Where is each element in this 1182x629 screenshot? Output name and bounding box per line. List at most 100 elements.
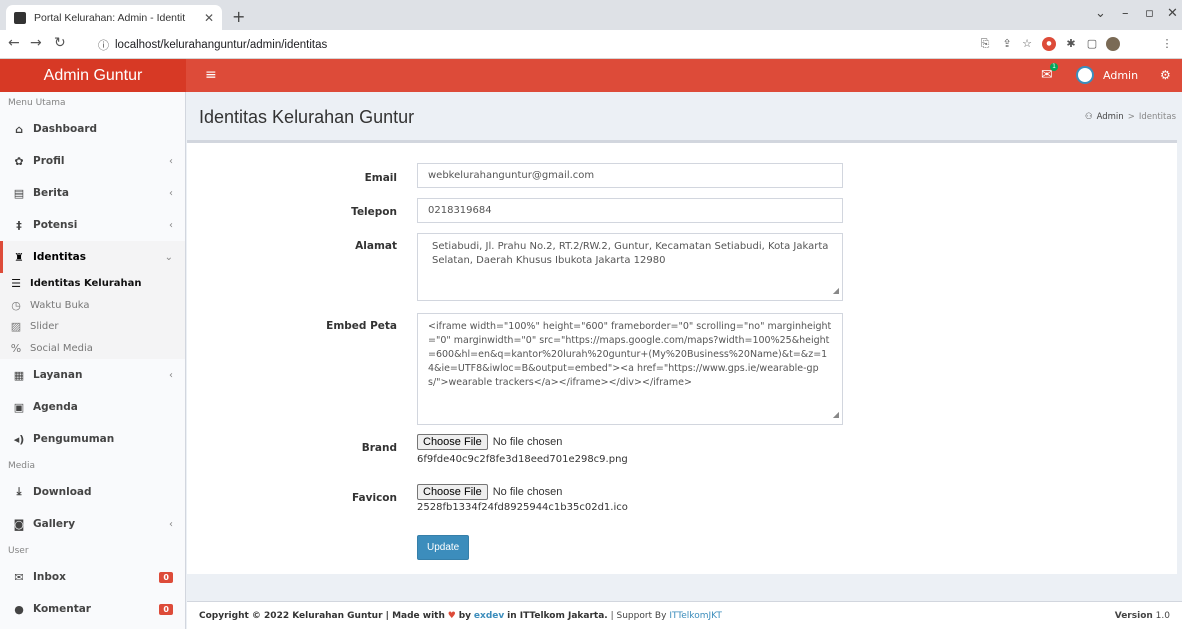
heart-icon: ♥ <box>447 611 456 621</box>
sidebar: Menu Utama ⌂ Dashboard ✿ Profil ‹ ▤ Beri… <box>0 92 186 629</box>
sidebar-section-main: Menu Utama <box>8 98 66 108</box>
tab-close-icon[interactable]: ✕ <box>204 11 214 25</box>
favicon-label: Favicon <box>352 492 397 504</box>
tab-title: Portal Kelurahan: Admin - Identit <box>34 11 186 24</box>
sidebar-section-media: Media <box>8 461 36 471</box>
url-input[interactable]: ⓘ localhost/kelurahanguntur/admin/identi… <box>92 34 962 55</box>
footer-text: Copyright © 2022 Kelurahan Guntur | Made… <box>199 611 722 621</box>
sidebar-item-label: Identitas <box>33 251 86 263</box>
sidebar-item-potensi[interactable]: ‡ Potensi ‹ <box>0 209 185 241</box>
sidebar-item-pengumuman[interactable]: ◂) Pengumuman <box>0 423 185 455</box>
telepon-label: Telepon <box>351 206 397 218</box>
sidebar-item-komentar[interactable]: ● Komentar 0 <box>0 593 185 625</box>
gear-icon: ✿ <box>14 154 24 168</box>
sidebar-item-label: Potensi <box>33 219 78 231</box>
email-field[interactable]: webkelurahanguntur@gmail.com <box>417 163 843 188</box>
user-avatar[interactable] <box>1076 66 1094 84</box>
bookmark-star-icon[interactable]: ☆ <box>1020 37 1034 51</box>
new-tab-icon[interactable]: + <box>232 7 245 26</box>
sidebar-sub-identitas-kelurahan[interactable]: ☰ Identitas Kelurahan <box>0 273 185 295</box>
reload-icon[interactable]: ↻ <box>54 35 66 51</box>
footer-by: by <box>458 611 472 621</box>
browser-tab[interactable]: Portal Kelurahan: Admin - Identit ✕ <box>6 5 222 30</box>
brand-current-file: 6f9fde40c9c2f8fe3d18eed701e298c9.png <box>417 454 628 465</box>
sidebar-item-inbox[interactable]: ✉ Inbox 0 <box>0 561 185 593</box>
calendar-icon: ▣ <box>13 400 25 414</box>
back-icon[interactable]: ← <box>8 35 20 51</box>
content-header: Identitas Kelurahan Guntur ⚇ Admin > Ide… <box>187 92 1182 140</box>
profile-avatar[interactable] <box>1106 37 1120 51</box>
breadcrumb-home[interactable]: Admin <box>1097 112 1124 122</box>
breadcrumb-home-icon: ⚇ <box>1084 112 1093 122</box>
favicon-current-file: 2528fb1334f24fd8925944c1b35c02d1.ico <box>417 502 628 513</box>
address-bar: ← → ↻ ⓘ localhost/kelurahanguntur/admin/… <box>0 30 1182 59</box>
forward-icon[interactable]: → <box>30 35 42 51</box>
share-icon[interactable]: ⇪ <box>1000 37 1014 51</box>
menu-icon[interactable]: ⋮ <box>1160 37 1174 51</box>
sidebar-sub-label: Social Media <box>30 342 93 354</box>
sidebar-sub-social-media[interactable]: % Social Media <box>0 337 185 359</box>
sidebar-item-identitas[interactable]: ♜ Identitas ⌄ <box>0 241 185 273</box>
favicon-file-input[interactable]: Choose File No file chosen <box>417 484 562 500</box>
sidebar-item-layanan[interactable]: ▦ Layanan ‹ <box>0 359 185 391</box>
sidebar-item-berita[interactable]: ▤ Berita ‹ <box>0 177 185 209</box>
resize-handle-icon[interactable]: ◢ <box>833 284 839 298</box>
footer-in-itk: in ITTelkom Jakarta. <box>507 611 608 621</box>
resize-handle-icon[interactable]: ◢ <box>833 408 839 422</box>
telepon-field[interactable]: 0218319684 <box>417 198 843 223</box>
sidebar-item-agenda[interactable]: ▣ Agenda <box>0 391 185 423</box>
brand-file-input[interactable]: Choose File No file chosen <box>417 434 562 450</box>
home-icon: ⌂ <box>15 122 23 136</box>
brand-choose-file-button[interactable]: Choose File <box>417 434 488 450</box>
embed-textarea[interactable]: <iframe width="100%" height="600" frameb… <box>417 313 843 425</box>
sidebar-item-label: Inbox <box>33 571 66 583</box>
alamat-text: Setiabudi, Jl. Prahu No.2, RT.2/RW.2, Gu… <box>432 241 829 266</box>
itk-link[interactable]: ITTelkomJKT <box>669 611 722 621</box>
update-button[interactable]: Update <box>417 535 470 560</box>
sidebar-sub-waktu-buka[interactable]: ◷ Waktu Buka <box>0 294 185 316</box>
breadcrumb: ⚇ Admin > Identitas <box>1085 112 1176 122</box>
identity-form: Email webkelurahanguntur@gmail.com Telep… <box>187 140 1177 574</box>
version-value: 1.0 <box>1155 611 1170 621</box>
close-window-icon[interactable]: ✕ <box>1167 6 1178 21</box>
sidebar-item-label: Berita <box>33 187 70 199</box>
app-header: Admin Guntur ≡ ✉ 1 Admin ⚙ <box>0 59 1182 92</box>
potensi-icon: ‡ <box>16 218 22 232</box>
app-logo[interactable]: Admin Guntur <box>0 59 186 92</box>
alamat-label: Alamat <box>355 240 397 252</box>
mail-badge: 1 <box>1050 63 1058 71</box>
minimize-icon[interactable]: – <box>1122 6 1129 21</box>
sidebar-toggle-icon[interactable]: ≡ <box>205 67 217 83</box>
sidebar-item-label: Komentar <box>33 603 91 615</box>
user-name[interactable]: Admin <box>1103 69 1138 82</box>
embed-text: <iframe width="100%" height="600" frameb… <box>428 321 832 388</box>
translate-icon[interactable]: ⎘ <box>978 37 992 51</box>
footer: Copyright © 2022 Kelurahan Guntur | Made… <box>187 601 1182 629</box>
maximize-icon[interactable]: ▫ <box>1145 6 1154 21</box>
breadcrumb-current: Identitas <box>1138 112 1176 122</box>
settings-gear-icon[interactable]: ⚙ <box>1160 68 1171 82</box>
sidebar-sub-slider[interactable]: ▨ Slider <box>0 316 185 338</box>
chevron-left-icon: ‹ <box>169 187 173 199</box>
sidebar-item-download[interactable]: ⤓ Download <box>0 476 185 508</box>
sidebar-item-label: Pengumuman <box>33 433 115 445</box>
favicon-choose-file-button[interactable]: Choose File <box>417 484 488 500</box>
tab-search-icon[interactable]: ⌄ <box>1095 6 1106 21</box>
version-label: Version <box>1114 611 1153 621</box>
sidepanel-icon[interactable]: ▢ <box>1085 37 1099 51</box>
exdev-link[interactable]: exdev <box>474 611 504 621</box>
sidebar-item-gallery[interactable]: ◙ Gallery ‹ <box>0 508 185 540</box>
email-label: Email <box>364 172 397 184</box>
adblock-icon[interactable]: ● <box>1042 37 1056 51</box>
list-icon: ▦ <box>13 368 25 382</box>
sidebar-item-profil[interactable]: ✿ Profil ‹ <box>0 145 185 177</box>
extensions-icon[interactable]: ✱ <box>1064 37 1078 51</box>
envelope-icon: ✉ <box>14 570 24 584</box>
image-icon: ▨ <box>10 320 22 334</box>
info-icon[interactable]: ⓘ <box>98 37 109 53</box>
tab-favicon-icon <box>14 11 26 24</box>
inbox-badge: 0 <box>159 571 173 583</box>
alamat-textarea[interactable]: Setiabudi, Jl. Prahu No.2, RT.2/RW.2, Gu… <box>417 233 843 301</box>
brand-label: Brand <box>361 442 397 454</box>
sidebar-item-dashboard[interactable]: ⌂ Dashboard <box>0 113 185 145</box>
